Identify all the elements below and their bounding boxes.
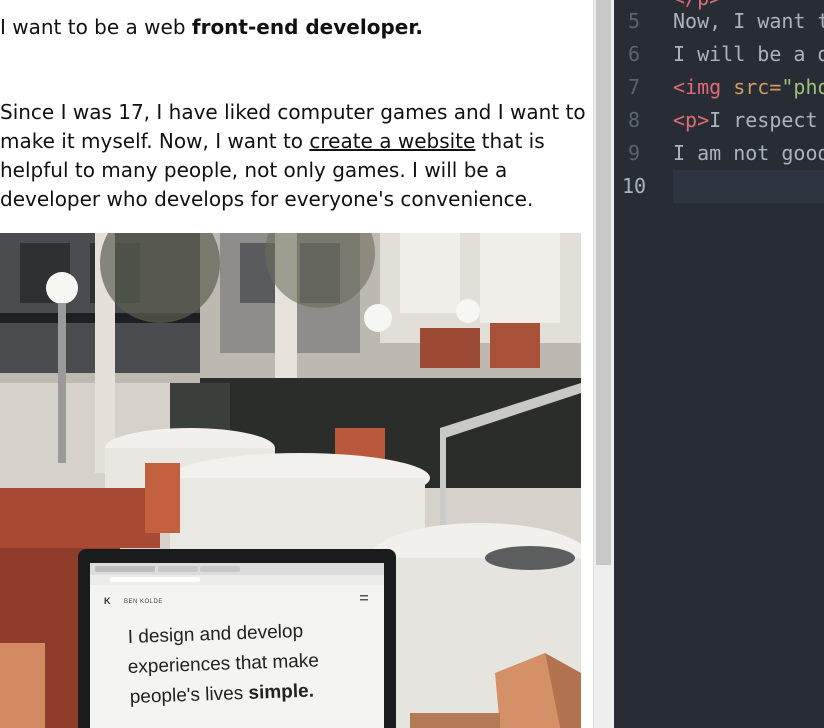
code-text: I will be a d — [673, 42, 824, 66]
create-website-link[interactable]: create a website — [309, 129, 475, 153]
photo-brand-text: BEN KOLDE — [124, 599, 163, 605]
intro-text: I want to be a web — [0, 15, 192, 39]
preview-scrollbar[interactable] — [593, 0, 614, 728]
code-line-active[interactable]: 10 — [614, 170, 824, 203]
code-line[interactable]: 5 Now, I want t — [614, 5, 824, 38]
code-plain-token: I respect — [709, 108, 818, 132]
laptop: K BEN KOLDE I design and develop experie… — [78, 549, 396, 728]
preview-pane: I want to be a web front-end developer. … — [0, 0, 593, 728]
code-text: <img src="pho — [673, 71, 824, 104]
html-tag-token: <p> — [673, 108, 710, 132]
line-number: 6 — [627, 42, 641, 66]
intro-heading: I want to be a web front-end developer. — [0, 14, 590, 41]
laptop-photo-image: K BEN KOLDE I design and develop experie… — [0, 233, 581, 728]
code-text: Now, I want t — [673, 9, 824, 33]
preview-scrollbar-thumb[interactable] — [596, 0, 611, 565]
html-attr-token: src= — [721, 75, 782, 99]
code-editor[interactable]: </p> 5 Now, I want t 6 I will be a d 7 <… — [614, 0, 824, 728]
intro-paragraph: Since I was 17, I have liked computer ga… — [0, 98, 586, 214]
intro-bold-text: front-end developer. — [191, 15, 423, 39]
svg-text:K: K — [104, 596, 111, 606]
code-text: <p>I respect — [673, 104, 818, 137]
code-line[interactable]: 9 I am not good — [614, 137, 824, 170]
html-string-token: "pho — [781, 75, 824, 99]
line-number: 5 — [627, 9, 641, 33]
code-text: I am not good — [673, 141, 824, 165]
code-line[interactable]: 7 <img src="pho — [614, 71, 824, 104]
html-tag-token: <img — [673, 75, 722, 99]
line-number: 7 — [627, 75, 641, 99]
laptop-photo: K BEN KOLDE I design and develop experie… — [0, 233, 581, 728]
code-line[interactable]: 6 I will be a d — [614, 38, 824, 71]
code-line[interactable]: 8 <p>I respect — [614, 104, 824, 137]
line-number: 9 — [627, 141, 641, 165]
line-number-active: 10 — [621, 174, 647, 198]
line-number: 8 — [627, 108, 641, 132]
